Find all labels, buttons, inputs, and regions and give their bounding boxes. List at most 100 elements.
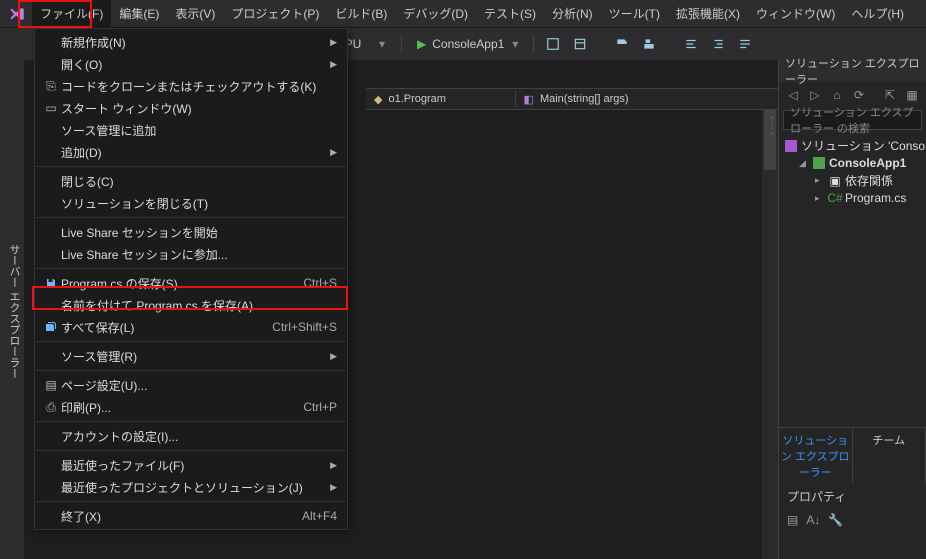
save-all-icon bbox=[41, 321, 61, 333]
csproj-icon bbox=[813, 157, 825, 169]
solution-explorer-search[interactable]: ソリューション エクスプローラー の検索 bbox=[783, 110, 922, 130]
config-dropdown-icon[interactable]: ▾ bbox=[370, 32, 394, 56]
tree-project-node[interactable]: ◢ ConsoleApp1 bbox=[781, 155, 924, 171]
toolbar-btn-2[interactable] bbox=[568, 32, 592, 56]
crumb-namespace[interactable]: ◆ o1.Program bbox=[366, 93, 454, 106]
toolbar-btn-6[interactable] bbox=[706, 32, 730, 56]
start-debug-button[interactable]: ▶ ConsoleApp1 ▾ bbox=[409, 32, 526, 56]
caret-open-icon: ◢ bbox=[799, 158, 809, 169]
menu-separator bbox=[36, 450, 346, 451]
file-save[interactable]: Program.cs の保存(S)Ctrl+S bbox=[35, 272, 347, 294]
file-liveshare-join[interactable]: Live Share セッションに参加... bbox=[35, 243, 347, 265]
tree-solution-node[interactable]: ソリューション 'ConsoleApp1' bbox=[781, 136, 924, 155]
home-icon[interactable]: ⌂ bbox=[829, 87, 845, 103]
file-new[interactable]: 新規作成(N)▶ bbox=[35, 31, 347, 53]
class-icon: ◆ bbox=[374, 93, 382, 106]
caret-closed-icon: ▸ bbox=[815, 193, 825, 204]
refresh-icon[interactable]: ⟳ bbox=[851, 87, 867, 103]
menu-project[interactable]: プロジェクト(P) bbox=[223, 0, 327, 27]
run-target: ConsoleApp1 bbox=[432, 37, 504, 51]
menu-build[interactable]: ビルド(B) bbox=[327, 0, 395, 27]
file-save-as[interactable]: 名前を付けて Program.cs を保存(A)... bbox=[35, 294, 347, 316]
menu-separator bbox=[36, 166, 346, 167]
cs-file-icon: C# bbox=[829, 192, 841, 204]
menu-view[interactable]: 表示(V) bbox=[167, 0, 223, 27]
file-open[interactable]: 開く(O)▶ bbox=[35, 53, 347, 75]
file-save-all[interactable]: すべて保存(L)Ctrl+Shift+S bbox=[35, 316, 347, 338]
solution-explorer-panel: ソリューション エクスプローラー ◁ ▷ ⌂ ⟳ ⇱ ▦ ソリューション エクス… bbox=[778, 60, 926, 559]
tree-deps-node[interactable]: ▸ ▣ 依存関係 bbox=[781, 171, 924, 190]
file-clone[interactable]: ⎘コードをクローンまたはチェックアウトする(K) bbox=[35, 75, 347, 97]
file-account-settings[interactable]: アカウントの設定(I)... bbox=[35, 425, 347, 447]
solution-tree: ソリューション 'ConsoleApp1' ◢ ConsoleApp1 ▸ ▣ … bbox=[779, 132, 926, 210]
solution-icon bbox=[785, 140, 797, 152]
show-all-icon[interactable]: ▦ bbox=[904, 87, 920, 103]
submenu-arrow-icon: ▶ bbox=[330, 460, 337, 471]
toolbar-btn-7[interactable] bbox=[733, 32, 757, 56]
breadcrumb-bar: ◆ o1.Program ◧ Main(string[] args) bbox=[366, 88, 778, 110]
submenu-arrow-icon: ▶ bbox=[330, 37, 337, 48]
deps-icon: ▣ bbox=[829, 175, 841, 187]
menu-separator bbox=[36, 268, 346, 269]
properties-title: プロパティ bbox=[779, 484, 926, 509]
menu-separator bbox=[36, 501, 346, 502]
left-side-tabs: サーバー エクスプローラー ツールボックス bbox=[0, 60, 24, 559]
alphabetical-icon[interactable]: A↓ bbox=[806, 513, 820, 527]
menu-test[interactable]: テスト(S) bbox=[476, 0, 544, 27]
window-icon: ▭ bbox=[41, 101, 61, 115]
editor-vertical-scrollbar[interactable] bbox=[762, 110, 778, 559]
property-pages-icon[interactable]: 🔧 bbox=[828, 513, 843, 527]
file-page-setup[interactable]: ▤ページ設定(U)... bbox=[35, 374, 347, 396]
menu-edit[interactable]: 編集(E) bbox=[111, 0, 167, 27]
print-icon: ⎙ bbox=[41, 400, 61, 415]
file-close[interactable]: 閉じる(C) bbox=[35, 170, 347, 192]
method-icon: ◧ bbox=[524, 93, 534, 106]
toolbar-btn-5[interactable] bbox=[679, 32, 703, 56]
tree-file-node[interactable]: ▸ C# Program.cs bbox=[781, 190, 924, 206]
categorized-icon[interactable]: ▤ bbox=[787, 513, 798, 527]
side-tab-server-explorer[interactable]: サーバー エクスプローラー bbox=[4, 240, 24, 383]
submenu-arrow-icon: ▶ bbox=[330, 482, 337, 493]
tab-team[interactable]: チーム bbox=[853, 428, 926, 484]
clone-icon: ⎘ bbox=[41, 79, 61, 94]
toolbar-btn-1[interactable] bbox=[541, 32, 565, 56]
file-liveshare-start[interactable]: Live Share セッションを開始 bbox=[35, 221, 347, 243]
menu-help[interactable]: ヘルプ(H) bbox=[843, 0, 912, 27]
file-source-control[interactable]: ソース管理(R)▶ bbox=[35, 345, 347, 367]
tab-solution-explorer[interactable]: ソリューション エクスプローラー bbox=[779, 428, 853, 484]
file-add-source-control[interactable]: ソース管理に追加 bbox=[35, 119, 347, 141]
file-start-window[interactable]: ▭スタート ウィンドウ(W) bbox=[35, 97, 347, 119]
menu-tools[interactable]: ツール(T) bbox=[601, 0, 668, 27]
file-recent-files[interactable]: 最近使ったファイル(F)▶ bbox=[35, 454, 347, 476]
file-close-solution[interactable]: ソリューションを閉じる(T) bbox=[35, 192, 347, 214]
file-add[interactable]: 追加(D)▶ bbox=[35, 141, 347, 163]
vs-logo-icon bbox=[8, 4, 26, 24]
menubar: ファイル(F) 編集(E) 表示(V) プロジェクト(P) ビルド(B) デバッ… bbox=[0, 0, 926, 28]
menu-file[interactable]: ファイル(F) bbox=[32, 0, 111, 27]
file-exit[interactable]: 終了(X)Alt+F4 bbox=[35, 505, 347, 527]
toolbar-btn-3[interactable] bbox=[610, 32, 634, 56]
page-icon: ▤ bbox=[41, 378, 61, 392]
splitter-grip-icon[interactable]: ▲┃▼ bbox=[768, 112, 776, 140]
properties-toolbar: ▤ A↓ 🔧 bbox=[779, 509, 926, 531]
file-recent-projects[interactable]: 最近使ったプロジェクトとソリューション(J)▶ bbox=[35, 476, 347, 498]
back-icon[interactable]: ◁ bbox=[785, 87, 801, 103]
submenu-arrow-icon: ▶ bbox=[330, 351, 337, 362]
menu-extensions[interactable]: 拡張機能(X) bbox=[668, 0, 748, 27]
menu-separator bbox=[36, 217, 346, 218]
run-dropdown-icon: ▾ bbox=[512, 37, 518, 51]
menu-separator bbox=[36, 421, 346, 422]
menu-debug[interactable]: デバッグ(D) bbox=[395, 0, 476, 27]
crumb-method[interactable]: ◧ Main(string[] args) bbox=[516, 93, 637, 106]
collapse-icon[interactable]: ⇱ bbox=[882, 87, 898, 103]
toolbar-sep bbox=[533, 35, 534, 53]
menu-analyze[interactable]: 分析(N) bbox=[544, 0, 601, 27]
menu-separator bbox=[36, 341, 346, 342]
toolbar-btn-4[interactable] bbox=[637, 32, 661, 56]
menu-window[interactable]: ウィンドウ(W) bbox=[748, 0, 843, 27]
play-icon: ▶ bbox=[417, 37, 426, 51]
submenu-arrow-icon: ▶ bbox=[330, 59, 337, 70]
file-print[interactable]: ⎙印刷(P)...Ctrl+P bbox=[35, 396, 347, 418]
forward-icon[interactable]: ▷ bbox=[807, 87, 823, 103]
right-panel-tabs: ソリューション エクスプローラー チーム プロパティ ▤ A↓ 🔧 bbox=[779, 427, 926, 559]
